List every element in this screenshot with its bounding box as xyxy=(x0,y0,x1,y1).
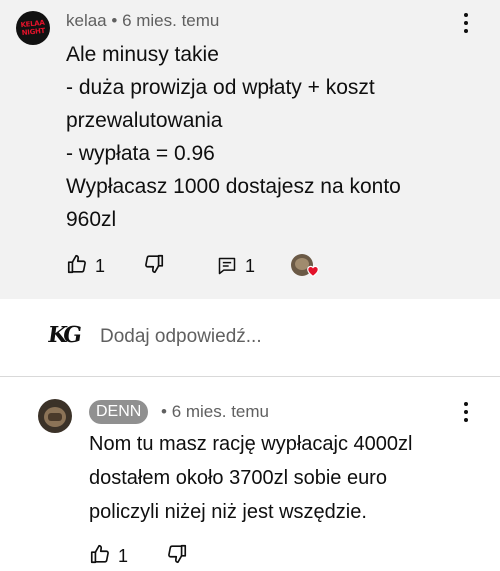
comment-meta: kelaa • 6 mies. temu xyxy=(66,11,219,31)
comment-line: - wypłata = 0.96 xyxy=(66,142,215,165)
dislike-button[interactable] xyxy=(166,543,188,570)
more-vert-icon xyxy=(464,13,468,17)
author-badge[interactable]: DENN xyxy=(89,400,149,424)
reply-line: Nom tu masz rację wypłacajc 4000zl xyxy=(89,433,413,455)
reply-input-row: KG Dodaj odpowiedź... xyxy=(0,299,500,376)
replies-icon xyxy=(218,257,236,275)
more-options-button[interactable] xyxy=(456,10,476,36)
more-vert-dot xyxy=(464,21,468,25)
user-logo: KG xyxy=(46,322,80,348)
more-options-button[interactable] xyxy=(456,399,476,425)
comment-actions: 1 xyxy=(66,253,165,279)
avatar-logo: KELAA NIGHT xyxy=(20,18,46,38)
reply-input[interactable]: Dodaj odpowiedź... xyxy=(100,326,262,348)
author-avatar-denn[interactable] xyxy=(38,399,72,433)
reply-text: Nom tu masz rację wypłacajc 4000zl dosta… xyxy=(89,427,479,529)
heart-icon xyxy=(307,265,319,277)
comment-text: Ale minusy takie - duża prowizja od wpła… xyxy=(66,38,466,236)
author-avatar-kelaa[interactable]: KELAA NIGHT xyxy=(16,11,50,45)
comment-time[interactable]: 6 mies. temu xyxy=(122,11,219,30)
reply-line: policzyli niżej niż jest wszędzie. xyxy=(89,501,367,523)
meta-separator: • xyxy=(161,402,172,421)
comment-line: Ale minusy takie xyxy=(66,43,219,66)
thumbs-down-icon xyxy=(168,544,187,563)
comment-line: - duża prowizja od wpłaty + koszt xyxy=(66,76,375,99)
reply-line: dostałem około 3700zl sobie euro xyxy=(89,467,387,489)
like-count: 1 xyxy=(95,255,106,276)
like-button[interactable] xyxy=(66,253,88,280)
reply-time[interactable]: 6 mies. temu xyxy=(172,402,269,421)
more-vert-dot xyxy=(464,410,468,414)
comment-line: przewalutowania xyxy=(66,109,223,132)
replies-button[interactable]: 1 xyxy=(217,253,255,279)
like-button[interactable] xyxy=(89,543,111,570)
meta-separator: • xyxy=(111,11,123,30)
thumbs-up-icon xyxy=(90,544,109,563)
comment-line: 960zl xyxy=(66,208,117,231)
parent-comment: KELAA NIGHT kelaa • 6 mies. temu Ale min… xyxy=(0,0,500,299)
like-count: 1 xyxy=(118,545,129,566)
reply-meta: • 6 mies. temu xyxy=(161,402,269,422)
more-vert-dot xyxy=(464,418,468,422)
comment-line: Wypłacasz 1000 dostajesz na konto xyxy=(66,175,401,198)
divider xyxy=(0,376,500,377)
reply-actions: 1 xyxy=(89,543,188,569)
author-name[interactable]: kelaa xyxy=(66,11,107,30)
avatar-detail xyxy=(48,413,62,421)
more-vert-dot xyxy=(464,29,468,33)
more-vert-icon xyxy=(464,402,468,406)
thumbs-up-icon xyxy=(67,254,86,273)
reply-count: 1 xyxy=(245,255,256,276)
dislike-button[interactable] xyxy=(143,253,165,280)
thumbs-down-icon xyxy=(145,254,164,273)
